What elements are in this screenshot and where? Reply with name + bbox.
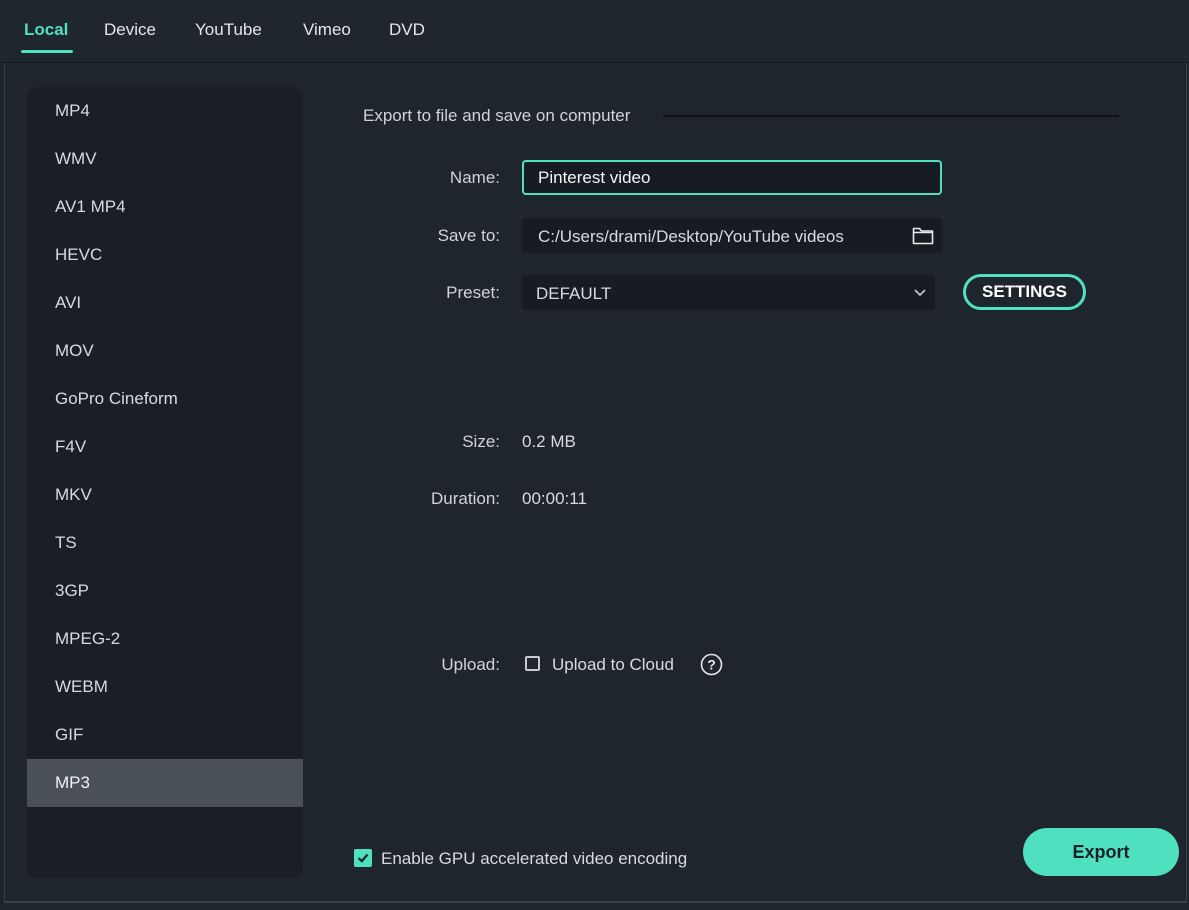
active-tab-indicator <box>21 50 73 53</box>
preset-label: Preset: <box>446 283 500 302</box>
size-value: 0.2 MB <box>522 432 576 451</box>
svg-text:?: ? <box>707 657 716 673</box>
upload-label: Upload: <box>441 655 500 674</box>
duration-value: 00:00:11 <box>522 489 587 508</box>
export-tabs: Local Device YouTube Vimeo DVD <box>0 0 1189 63</box>
format-item-mkv[interactable]: MKV <box>27 471 303 519</box>
format-item-mp4[interactable]: MP4 <box>27 87 303 135</box>
upload-to-cloud-checkbox[interactable] <box>525 656 540 671</box>
name-label: Name: <box>449 168 500 187</box>
tab-vimeo[interactable]: Vimeo <box>303 20 351 40</box>
tab-dvd[interactable]: DVD <box>389 20 425 40</box>
checkmark-icon <box>357 853 369 863</box>
duration-label: Duration: <box>431 489 500 508</box>
settings-button[interactable]: SETTINGS <box>963 274 1086 310</box>
section-title: Export to file and save on computer <box>363 106 631 125</box>
format-item-3gp[interactable]: 3GP <box>27 567 303 615</box>
format-item-mp3[interactable]: MP3 <box>27 759 303 807</box>
save-to-path: C:/Users/drami/Desktop/YouTube videos <box>538 227 844 246</box>
preset-dropdown[interactable]: DEFAULT <box>522 275 935 310</box>
name-input[interactable] <box>522 160 942 195</box>
size-label: Size: <box>462 432 500 451</box>
gpu-encoding-checkbox[interactable] <box>354 849 372 867</box>
save-to-field[interactable]: C:/Users/drami/Desktop/YouTube videos <box>522 218 942 253</box>
help-icon[interactable]: ? <box>700 653 723 676</box>
upload-to-cloud-label[interactable]: Upload to Cloud <box>552 655 674 675</box>
folder-icon[interactable] <box>912 225 934 245</box>
format-item-av1-mp4[interactable]: AV1 MP4 <box>27 183 303 231</box>
chevron-down-icon <box>914 289 926 297</box>
format-item-gopro-cineform[interactable]: GoPro Cineform <box>27 375 303 423</box>
format-item-mpeg-2[interactable]: MPEG-2 <box>27 615 303 663</box>
export-button[interactable]: Export <box>1023 828 1179 876</box>
format-item-avi[interactable]: AVI <box>27 279 303 327</box>
tab-device[interactable]: Device <box>104 20 156 40</box>
format-item-f4v[interactable]: F4V <box>27 423 303 471</box>
gpu-encoding-label[interactable]: Enable GPU accelerated video encoding <box>381 849 687 869</box>
preset-value: DEFAULT <box>536 284 612 303</box>
format-item-ts[interactable]: TS <box>27 519 303 567</box>
format-item-hevc[interactable]: HEVC <box>27 231 303 279</box>
format-item-wmv[interactable]: WMV <box>27 135 303 183</box>
format-list: MP4 WMV AV1 MP4 HEVC AVI MOV GoPro Cinef… <box>27 87 303 878</box>
format-item-webm[interactable]: WEBM <box>27 663 303 711</box>
tab-youtube[interactable]: YouTube <box>195 20 262 40</box>
save-to-label: Save to: <box>437 226 500 245</box>
format-item-gif[interactable]: GIF <box>27 711 303 759</box>
format-item-mov[interactable]: MOV <box>27 327 303 375</box>
section-divider <box>663 115 1119 117</box>
tab-local[interactable]: Local <box>24 20 68 40</box>
